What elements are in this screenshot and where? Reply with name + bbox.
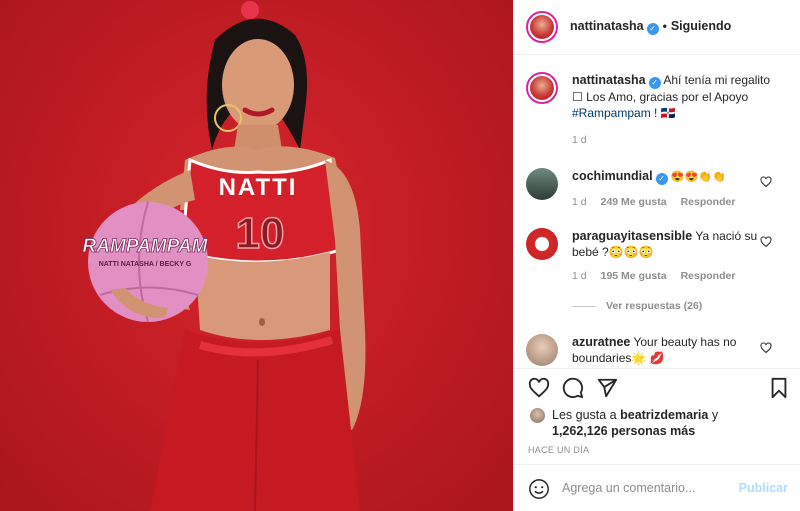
instagram-post-view: NATTI 10 RAMPAMPAM NATTI NATASHA / BECKY…	[0, 0, 800, 511]
verified-icon: ✓	[655, 173, 668, 185]
comment-icon[interactable]	[562, 377, 584, 399]
following-button[interactable]: Siguiendo	[671, 19, 731, 33]
photo-illustration: NATTI 10 RAMPAMPAM NATTI NATASHA / BECKY…	[82, 1, 366, 511]
jersey-number: 10	[236, 209, 285, 258]
comment-avatar[interactable]	[526, 168, 558, 200]
likes-mid: y	[708, 408, 719, 422]
heart-icon[interactable]	[760, 236, 772, 248]
post-sidebar: nattinatasha ✓ • Siguiendo nattinatasha ✓ Ah…	[513, 0, 800, 511]
heart-icon[interactable]	[528, 377, 550, 399]
add-comment-bar: Agrega un comentario... Publicar	[514, 464, 800, 511]
caption-time[interactable]: 1 d	[572, 134, 587, 146]
comment-likes[interactable]: 195 Me gusta	[601, 270, 667, 282]
view-replies-label: Ver respuestas (26)	[606, 300, 703, 312]
ball-text: RAMPAMPAM	[83, 236, 209, 257]
publish-button[interactable]: Publicar	[739, 481, 788, 495]
comment-likes[interactable]: 249 Me gusta	[601, 196, 667, 208]
author-username[interactable]: nattinatasha	[570, 19, 644, 33]
jersey-text: NATTI	[219, 174, 298, 201]
heart-icon[interactable]	[760, 342, 772, 354]
separator-dot: •	[662, 19, 667, 33]
likes-summary: Les gusta a beatrizdemaria y 1,262,126 pe…	[530, 407, 790, 439]
comment-meta: 1 d 249 Me gusta Responder	[572, 196, 735, 208]
liker-username[interactable]: beatrizdemaria	[620, 408, 708, 422]
comment-avatar[interactable]	[526, 334, 558, 366]
post-photo[interactable]: NATTI 10 RAMPAMPAM NATTI NATASHA / BECKY…	[0, 0, 513, 511]
share-icon[interactable]	[596, 377, 618, 399]
likes-count[interactable]: 1,262,126 personas más	[552, 424, 695, 438]
post-timestamp[interactable]: HACE UN DÍA	[528, 445, 589, 455]
comment-username[interactable]: cochimundial	[572, 169, 653, 183]
comment-username[interactable]: paraguayitasensible	[572, 229, 692, 243]
comment-text: 😍😍👏👏	[670, 171, 726, 183]
reply-button[interactable]: Responder	[681, 196, 736, 208]
comments-list: nattinatasha ✓ Ahí tenía mi regalito ☐ Lo…	[514, 56, 800, 368]
view-replies-button[interactable]: Ver respuestas (26)	[572, 300, 702, 312]
reply-button[interactable]: Responder	[681, 270, 736, 282]
author-avatar[interactable]	[526, 11, 558, 43]
caption-suffix: ! 🇩🇴	[650, 106, 676, 120]
verified-icon: ✓	[648, 77, 661, 89]
comment-username[interactable]: azuratnee	[572, 335, 630, 349]
heart-icon[interactable]	[760, 176, 772, 188]
likes-prefix: Les gusta a	[552, 408, 621, 422]
caption-hashtag[interactable]: #Rampampam	[572, 106, 651, 120]
comment-input[interactable]: Agrega un comentario...	[562, 481, 695, 495]
action-icons	[526, 377, 792, 401]
caption-avatar[interactable]	[526, 72, 558, 104]
ball-subtext: NATTI NATASHA / BECKY G	[99, 261, 192, 268]
smile-icon[interactable]	[528, 478, 550, 500]
caption-username[interactable]: nattinatasha	[572, 73, 646, 87]
action-bar: Les gusta a beatrizdemaria y 1,262,126 pe…	[514, 368, 800, 464]
verified-icon: ✓	[646, 23, 659, 35]
replies-line	[572, 305, 596, 307]
comment-time[interactable]: 1 d	[572, 270, 587, 282]
post-header: nattinatasha ✓ • Siguiendo	[514, 0, 800, 55]
bookmark-icon[interactable]	[768, 377, 790, 399]
comment-time[interactable]: 1 d	[572, 196, 587, 208]
comment-avatar[interactable]	[526, 228, 558, 260]
liker-avatar[interactable]	[530, 408, 545, 423]
comment-meta: 1 d 195 Me gusta Responder	[572, 270, 735, 282]
